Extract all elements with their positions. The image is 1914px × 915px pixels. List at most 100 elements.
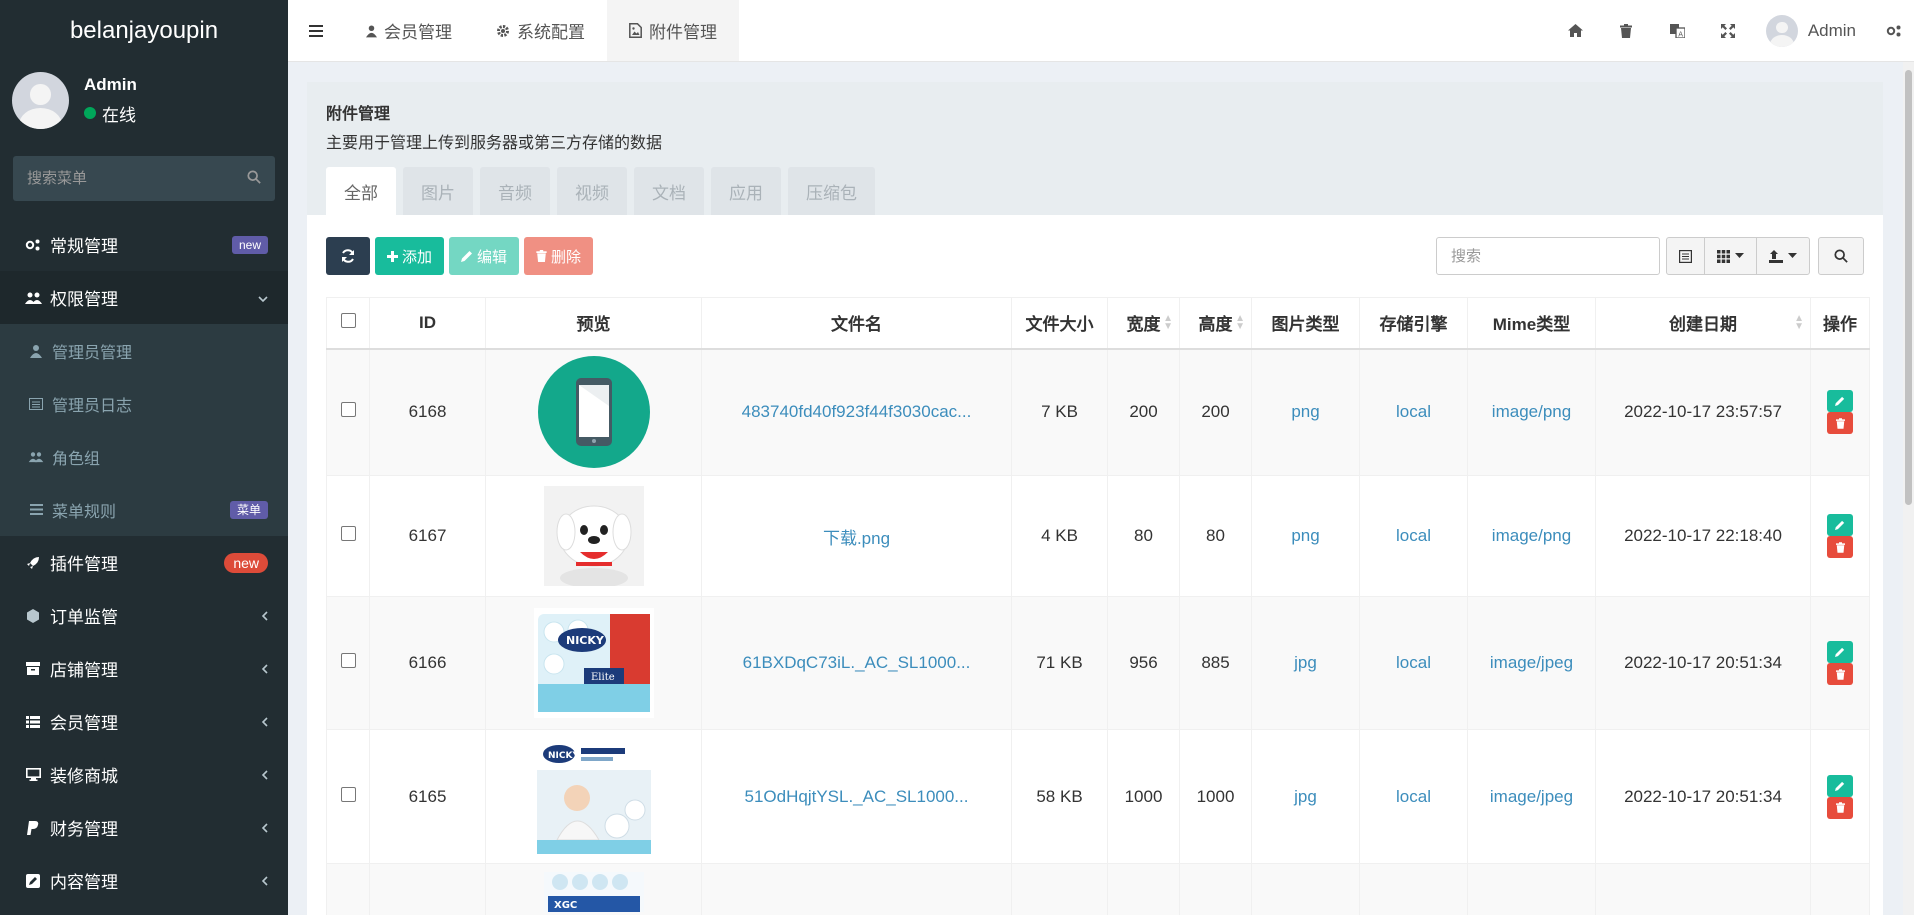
column-header-id[interactable]: ID (369, 297, 486, 350)
filename-link[interactable]: 51OdHqjtYSL._AC_SL1000... (745, 787, 969, 806)
imagetype-link[interactable]: jpg (1294, 653, 1317, 672)
edit-button[interactable]: 编辑 (449, 237, 520, 275)
imagetype-link[interactable]: png (1291, 526, 1319, 545)
page-scrollbar[interactable] (1903, 62, 1914, 915)
sidebar-item-auth[interactable]: 权限管理 (0, 271, 288, 324)
control-sidebar-button[interactable] (1874, 24, 1914, 38)
mimetype-cell: image/jpeg (1467, 596, 1596, 730)
sidebar-item-decorate-mall[interactable]: 装修商城 (0, 748, 288, 801)
sidebar-item-store[interactable]: 店铺管理 (0, 642, 288, 695)
sidebar-search-input[interactable] (27, 170, 227, 187)
toggle-card-view-button[interactable] (1667, 238, 1705, 274)
product-thumbnail-image[interactable]: XGC (543, 872, 644, 912)
column-header-height[interactable]: 高度 ▲ ▼ (1179, 297, 1252, 350)
row-edit-button[interactable] (1827, 514, 1853, 536)
row-checkbox[interactable] (340, 526, 356, 541)
sidebar-item-role-group[interactable]: 角色组 (0, 430, 288, 483)
nicky-elite-pack-image[interactable]: NICKY Elite (533, 608, 654, 718)
row-delete-button[interactable] (1827, 663, 1853, 685)
user-menu[interactable]: Admin (1754, 14, 1874, 47)
column-header-preview: 预览 (485, 297, 702, 350)
dog-mascot-image[interactable] (543, 486, 644, 586)
tab-application[interactable]: 应用 (711, 167, 781, 215)
home-button[interactable] (1550, 0, 1601, 62)
row-edit-button[interactable] (1827, 390, 1853, 413)
search-icon (1834, 249, 1848, 263)
sidebar-item-admin-log[interactable]: 管理员日志 (0, 377, 288, 430)
imagetype-link[interactable]: png (1291, 402, 1319, 421)
tab-image[interactable]: 图片 (403, 167, 473, 215)
mimetype-link[interactable]: image/jpeg (1490, 787, 1573, 806)
table-search-input[interactable] (1436, 237, 1660, 275)
tab-video[interactable]: 视频 (557, 167, 627, 215)
select-all-checkbox[interactable] (340, 312, 356, 328)
sidebar-toggle-button[interactable] (288, 0, 344, 61)
sidebar-item-members[interactable]: 会员管理 (0, 695, 288, 748)
tab-member-management[interactable]: 会员管理 (344, 0, 474, 61)
mimetype-link[interactable]: image/jpeg (1490, 653, 1573, 672)
row-checkbox[interactable] (340, 402, 356, 418)
storage-link[interactable]: local (1396, 787, 1431, 806)
storage-link[interactable]: local (1396, 402, 1431, 421)
tab-document[interactable]: 文档 (634, 167, 704, 215)
add-button[interactable]: 添加 (375, 237, 445, 275)
tab-audio[interactable]: 音频 (480, 167, 550, 215)
brand-logo[interactable]: belanjayoupin (0, 0, 288, 61)
phone-icon[interactable] (537, 356, 650, 469)
attachment-table: ID 预览 文件名 文件大小 宽度 ▲ ▼ 高度 ▲ ▼ 图片类型 存储引擎 Mime类… (326, 297, 1870, 915)
imagetype-cell: jpg (1251, 596, 1360, 730)
sidebar-item-label: 管理员日志 (52, 397, 133, 415)
mimetype-link[interactable]: image/png (1492, 402, 1571, 421)
refresh-button[interactable] (326, 237, 370, 275)
row-delete-button[interactable] (1827, 796, 1853, 819)
user-status: 在线 (84, 101, 137, 126)
createtime-cell: 2022-10-17 22:18:40 (1595, 475, 1811, 597)
select-cell (326, 475, 370, 597)
id-cell: 6165 (369, 729, 486, 864)
row-edit-button[interactable] (1827, 641, 1853, 663)
row-checkbox[interactable] (340, 653, 356, 668)
sidebar-item-plugins[interactable]: 插件管理 new (0, 536, 288, 589)
mimetype-link[interactable]: image/png (1492, 526, 1571, 545)
filename-link[interactable]: 61BXDqC73iL._AC_SL1000... (743, 653, 971, 672)
row-checkbox[interactable] (340, 786, 356, 802)
column-header-mimetype: Mime类型 (1467, 297, 1596, 350)
caret-down-icon (1788, 253, 1797, 258)
nicky-baby-pack-image[interactable]: NICKY (536, 739, 651, 854)
export-dropdown-button[interactable] (1757, 238, 1809, 274)
search-icon[interactable] (247, 169, 261, 189)
row-edit-button[interactable] (1827, 774, 1853, 797)
sidebar-item-general[interactable]: 常规管理 new (0, 218, 288, 271)
column-header-createtime[interactable]: 创建日期 ▲ ▼ (1595, 297, 1811, 350)
language-button[interactable]: A (1652, 0, 1703, 62)
sidebar-item-order-supervision[interactable]: 订单监管 (0, 589, 288, 642)
imagetype-link[interactable]: jpg (1294, 787, 1317, 806)
bars-icon (309, 24, 323, 37)
imagetype-cell: png (1251, 348, 1360, 476)
fullscreen-button[interactable] (1703, 0, 1754, 62)
tab-all[interactable]: 全部 (326, 167, 396, 215)
clear-cache-button[interactable] (1601, 0, 1652, 62)
scrollbar-thumb[interactable] (1905, 70, 1912, 505)
columns-dropdown-button[interactable] (1705, 238, 1757, 274)
tab-archive[interactable]: 压缩包 (788, 167, 875, 215)
sidebar-item-admin[interactable]: 管理员管理 (0, 324, 288, 377)
column-header-width[interactable]: 宽度 ▲ ▼ (1107, 297, 1180, 350)
storage-link[interactable]: local (1396, 526, 1431, 545)
filename-link[interactable]: 483740fd40f923f44f3030cac... (742, 402, 972, 421)
delete-button[interactable]: 删除 (524, 237, 594, 275)
panel-body: 添加 编辑 删除 搜索 ID 预览 文件名 文件大小 宽度 ▲ ▼ 高度 ▲ ▼… (307, 215, 1883, 915)
sidebar-item-content[interactable]: 内容管理 (0, 854, 288, 907)
column-header-filesize[interactable]: 文件大小 (1011, 297, 1108, 350)
row-delete-button[interactable] (1827, 412, 1853, 435)
export-icon (1769, 249, 1783, 263)
advanced-search-button[interactable] (1818, 237, 1864, 275)
operate-cell (1810, 729, 1870, 864)
storage-link[interactable]: local (1396, 653, 1431, 672)
filename-link[interactable]: 下载.png (823, 529, 890, 548)
sidebar-item-finance[interactable]: 财务管理 (0, 801, 288, 854)
tab-attachment-management[interactable]: 附件管理 (607, 0, 739, 61)
sidebar-item-menu-rules[interactable]: 菜单规则 菜单 (0, 483, 288, 536)
tab-system-config[interactable]: 系统配置 (474, 0, 607, 61)
row-delete-button[interactable] (1827, 536, 1853, 558)
